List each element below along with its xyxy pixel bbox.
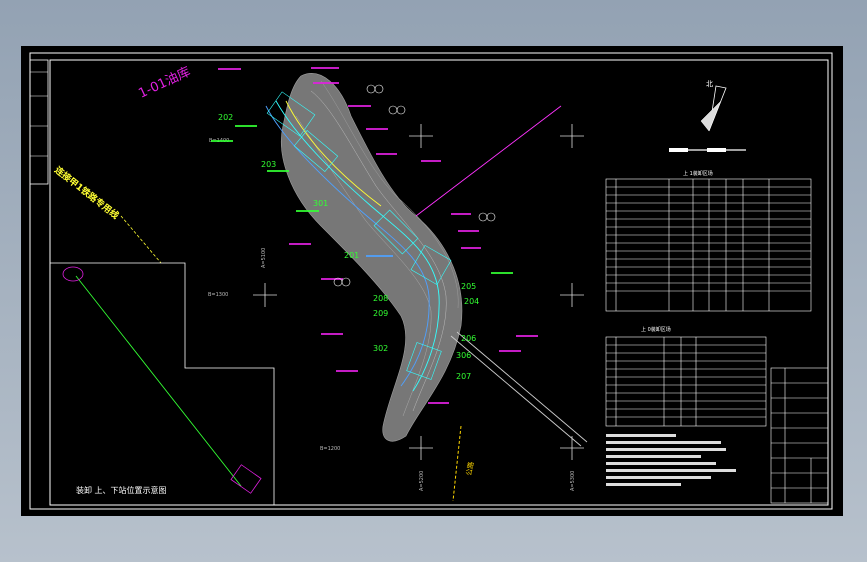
notes-block [606, 434, 736, 486]
svg-text:B=1300: B=1300 [208, 292, 228, 298]
station-number: 207 [456, 372, 471, 381]
station-number: 203 [261, 160, 276, 169]
svg-text:A=5200: A=5200 [419, 471, 425, 491]
station-number: 306 [456, 351, 471, 360]
inset-key-map: 装卸 上、下站位置示意图 [49, 262, 275, 506]
highway-line [452, 425, 462, 502]
station-number: 208 [373, 294, 388, 303]
station-number: 205 [461, 282, 476, 291]
station-number: 302 [373, 344, 388, 353]
road-label: 连接甲1铁路专用线 [52, 164, 121, 222]
site-plan-drawing: A=5100 A=5200 A=5300 B=1300 B=1200 B=140… [29, 52, 833, 510]
svg-text:A=5100: A=5100 [261, 248, 267, 268]
inset-caption: 装卸 上、下站位置示意图 [76, 485, 167, 495]
north-label: 北 [706, 80, 713, 88]
table2-title: 上 0装卸区场 [641, 326, 671, 333]
title-label: 1-01油库 [136, 64, 193, 102]
north-arrow: 北 [669, 80, 746, 152]
station-number: 201 [344, 251, 359, 260]
svg-text:B=1200: B=1200 [320, 446, 340, 452]
table1-title: 上 1装卸区场 [683, 170, 713, 177]
equipment-table-1: 上 1装卸区场 [605, 170, 812, 312]
station-number: 206 [461, 334, 476, 343]
svg-text:A=5300: A=5300 [570, 471, 576, 491]
title-block [770, 367, 829, 504]
equipment-table-2: 上 0装卸区场 [605, 326, 767, 427]
drawing-canvas[interactable]: A=5100 A=5200 A=5300 B=1300 B=1200 B=140… [21, 46, 843, 516]
station-number: 204 [464, 297, 479, 306]
station-number: 202 [218, 113, 233, 122]
cad-viewport: A=5100 A=5200 A=5300 B=1300 B=1200 B=140… [0, 0, 867, 562]
left-vertical-label: 公路 [464, 461, 475, 476]
station-number: 301 [313, 199, 328, 208]
station-number: 209 [373, 309, 388, 318]
margin-strip [29, 59, 49, 185]
